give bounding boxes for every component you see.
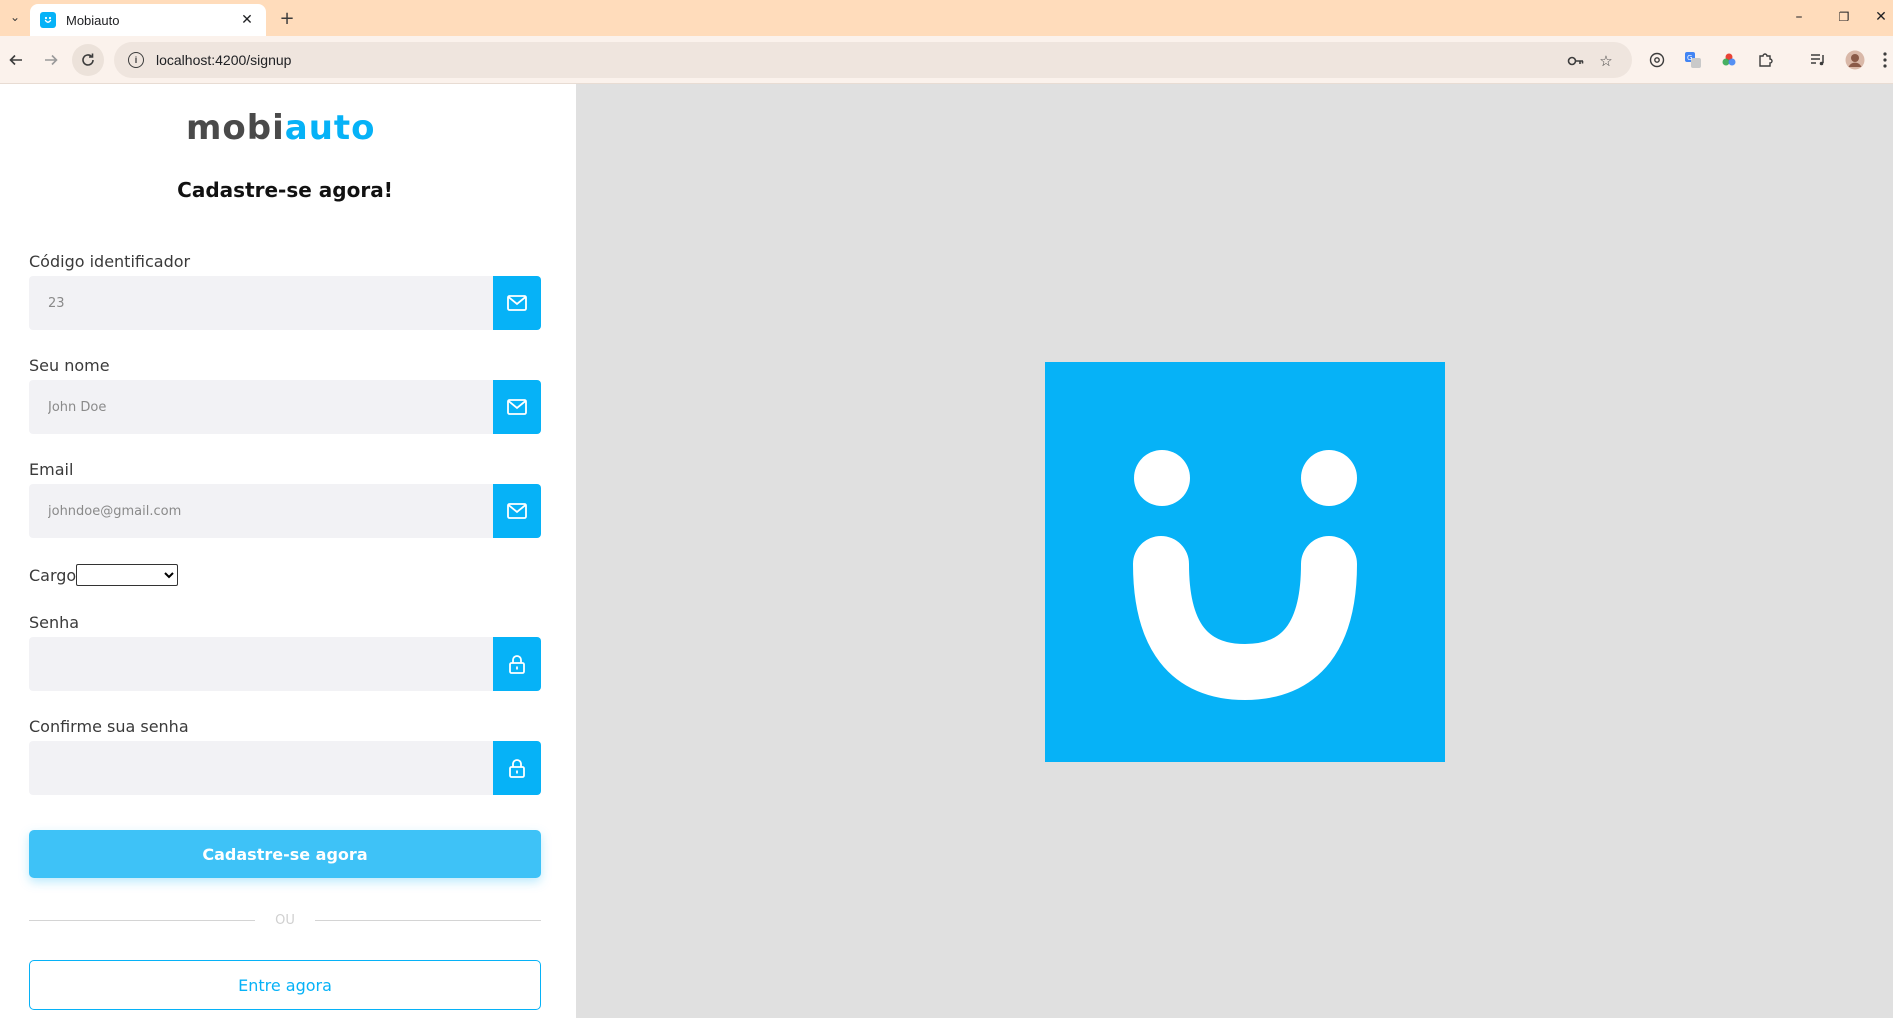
- page-title: Cadastre-se agora!: [177, 178, 393, 202]
- svg-text:G: G: [1687, 54, 1692, 62]
- media-queue-icon[interactable]: [1808, 50, 1828, 70]
- confirm-password-field: [29, 741, 541, 795]
- back-arrow-icon[interactable]: [4, 48, 28, 72]
- divider-line: [315, 919, 541, 921]
- or-divider: OU: [29, 910, 541, 930]
- logo-text-auto: auto: [284, 108, 376, 148]
- confirm-password-input[interactable]: [29, 741, 493, 795]
- confirm-password-label: Confirme sua senha: [29, 717, 189, 736]
- minimize-button[interactable]: –: [1784, 6, 1814, 28]
- address-bar[interactable]: i localhost:4200/signup ☆: [114, 42, 1632, 78]
- mail-icon: [493, 276, 541, 330]
- name-label: Seu nome: [29, 356, 110, 375]
- lock-icon: [493, 637, 541, 691]
- reload-icon[interactable]: [76, 48, 100, 72]
- name-field: [29, 380, 541, 434]
- signup-panel: mobi auto Cadastre-se agora! Código ident…: [0, 84, 576, 1018]
- menu-dots-icon[interactable]: [1875, 50, 1893, 70]
- mail-icon: [493, 380, 541, 434]
- page: mobi auto Cadastre-se agora! Código ident…: [0, 84, 1893, 1018]
- code-label: Código identificador: [29, 252, 191, 271]
- new-tab-button[interactable]: +: [276, 7, 298, 29]
- code-input[interactable]: [29, 276, 493, 330]
- cargo-select[interactable]: [76, 564, 179, 586]
- browser-tab-bar: ⌄ Mobiauto ✕ + – ❐ ✕: [0, 0, 1893, 36]
- login-button[interactable]: Entre agora: [29, 960, 541, 1010]
- password-field: [29, 637, 541, 691]
- url-text: localhost:4200/signup: [156, 52, 292, 68]
- forward-arrow-icon[interactable]: [39, 48, 63, 72]
- password-input[interactable]: [29, 637, 493, 691]
- email-field: [29, 484, 541, 538]
- browser-toolbar: i localhost:4200/signup ☆ G: [0, 36, 1893, 84]
- close-window-button[interactable]: ✕: [1866, 6, 1893, 28]
- code-field: [29, 276, 541, 330]
- tab-close-icon[interactable]: ✕: [238, 11, 256, 29]
- email-input[interactable]: [29, 484, 493, 538]
- cargo-row: Cargo: [29, 564, 179, 586]
- cargo-label: Cargo: [29, 565, 77, 585]
- signup-submit-button[interactable]: Cadastre-se agora: [29, 830, 541, 878]
- mail-icon: [493, 484, 541, 538]
- color-picker-icon[interactable]: [1719, 50, 1739, 70]
- password-key-icon[interactable]: [1566, 51, 1586, 71]
- bookmark-star-icon[interactable]: ☆: [1596, 51, 1616, 71]
- translate-icon[interactable]: G: [1683, 50, 1703, 70]
- name-input[interactable]: [29, 380, 493, 434]
- extension-circle-icon[interactable]: [1647, 50, 1667, 70]
- divider-line: [29, 919, 255, 921]
- browser-tab[interactable]: Mobiauto ✕: [30, 4, 266, 36]
- logo: mobi auto: [186, 108, 376, 148]
- email-label: Email: [29, 460, 74, 479]
- logo-text-mobi: mobi: [186, 108, 285, 148]
- smiley-logo-icon: [1045, 362, 1445, 762]
- password-label: Senha: [29, 613, 80, 632]
- restore-button[interactable]: ❐: [1829, 6, 1859, 28]
- favicon-icon: [40, 12, 56, 28]
- site-info-icon[interactable]: i: [128, 52, 144, 68]
- lock-icon: [493, 741, 541, 795]
- tab-list-chevron-icon[interactable]: ⌄: [4, 6, 26, 28]
- tab-title: Mobiauto: [66, 12, 120, 28]
- divider-text: OU: [275, 912, 295, 928]
- extensions-puzzle-icon[interactable]: [1755, 50, 1775, 70]
- profile-avatar-icon[interactable]: [1845, 50, 1865, 70]
